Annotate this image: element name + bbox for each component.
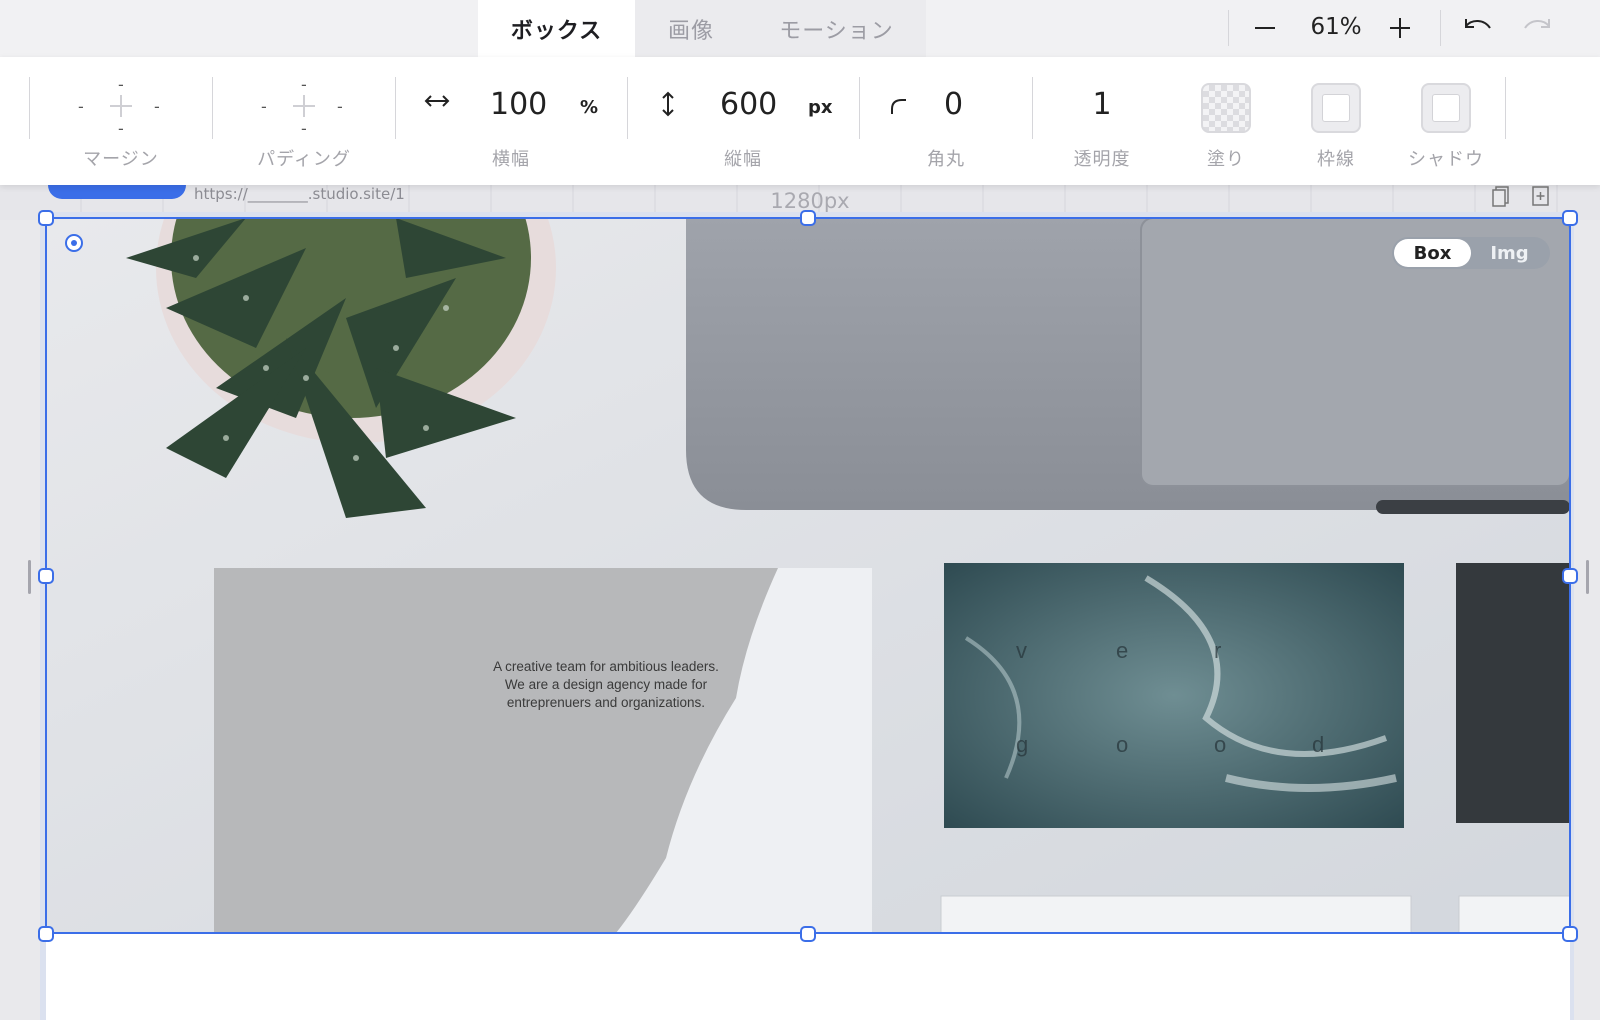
opacity-input[interactable]: 1 [1033,87,1171,122]
height-input[interactable]: 600 [720,87,777,122]
border-group[interactable]: 枠線 [1281,57,1391,185]
undo-button[interactable] [1458,8,1498,48]
zoom-out-button[interactable] [1245,8,1285,48]
opacity-group[interactable]: 1 透明度 [1033,57,1171,185]
zoom-level: 61% [1310,14,1362,40]
corner-radius-icon [891,99,906,114]
margin-group[interactable]: - - - - マージン [30,57,212,185]
resize-handle-top[interactable] [800,210,816,226]
minus-icon [1255,27,1275,29]
margin-top[interactable]: - [118,77,124,93]
margin-label: マージン [83,149,159,170]
resize-handle-right[interactable] [1562,568,1578,584]
resize-handle-bottom[interactable] [800,926,816,942]
margin-control[interactable]: - - - - [78,75,164,137]
design-canvas[interactable]: https://________.studio.site/1 1280px A … [0,173,1600,1020]
shadow-group[interactable]: シャドウ [1391,57,1501,185]
padding-control[interactable]: - - - - [261,75,347,137]
card-tagline-line: We are a design agency made for [504,677,708,692]
page-url[interactable]: https://________.studio.site/1 [194,185,405,203]
opacity-label: 透明度 [1073,149,1131,170]
margin-left[interactable]: - [78,99,84,115]
ocean-letter: g [1016,732,1029,757]
card-tagline: A creative team for ambitious leaders. W… [456,658,756,712]
page-section-below[interactable] [46,933,1570,1020]
property-toolbar: - - - - マージン - - - - パディング 100 % 横幅 600 … [0,57,1600,185]
width-unit-select[interactable]: % [580,97,598,118]
redo-icon [1524,19,1550,29]
radius-label: 角丸 [927,149,965,170]
plus-icon [1390,18,1410,38]
inspector-tabs: ボックス 画像 モーション [478,0,926,57]
divider [1505,77,1506,139]
padding-left[interactable]: - [261,99,267,115]
selected-image-box[interactable]: A creative team for ambitious leaders. W… [46,218,1570,933]
radius-group[interactable]: 0 角丸 [860,57,1032,185]
shadow-label: シャドウ [1408,149,1484,170]
radius-input[interactable]: 0 [944,87,963,122]
vertical-arrow-icon [662,91,674,117]
margin-right[interactable]: - [154,99,160,115]
resize-handle-bottom-left[interactable] [38,926,54,942]
resize-edge-right[interactable] [1586,560,1589,594]
toggle-img[interactable]: Img [1471,239,1548,267]
resize-handle-left[interactable] [38,568,54,584]
height-group[interactable]: 600 px 縦幅 [628,57,858,185]
background-photo [46,218,1570,933]
zoom-in-button[interactable] [1380,8,1420,48]
ocean-letter: d [1312,732,1325,757]
crosshair-icon [110,95,132,117]
height-label: 縦幅 [724,149,762,170]
fill-label: 塗り [1207,149,1245,170]
box-img-toggle[interactable]: Box Img [1392,237,1550,269]
resize-handle-bottom-right[interactable] [1562,926,1578,942]
card-tagline-line: entreprenuers and organizations. [506,695,706,710]
ocean-letter: e [1116,638,1129,663]
ocean-letter: r [1214,638,1222,663]
margin-bottom[interactable]: - [118,121,124,137]
tab-motion[interactable]: モーション [747,0,926,57]
padding-top[interactable]: - [301,77,307,93]
padding-right[interactable]: - [337,99,343,115]
page-duplicate-icon[interactable] [1490,185,1512,207]
tab-box[interactable]: ボックス [478,0,635,57]
height-unit-select[interactable]: px [808,97,833,118]
fill-swatch[interactable] [1201,83,1251,133]
divider [1440,10,1441,46]
width-input[interactable]: 100 [490,87,547,122]
width-label: 横幅 [492,149,530,170]
ocean-letter: o [1116,732,1129,757]
padding-group[interactable]: - - - - パディング [213,57,395,185]
fill-group[interactable]: 塗り [1171,57,1281,185]
shadow-swatch[interactable] [1421,83,1471,133]
border-swatch[interactable] [1311,83,1361,133]
resize-handle-top-right[interactable] [1562,210,1578,226]
padding-label: パディング [257,149,351,170]
toggle-box[interactable]: Box [1394,239,1471,267]
tab-image[interactable]: 画像 [635,0,747,57]
padding-bottom[interactable]: - [301,121,307,137]
page-add-icon[interactable] [1530,185,1552,207]
resize-edge-left[interactable] [28,560,31,594]
redo-button[interactable] [1517,8,1557,48]
undo-icon [1465,19,1491,29]
divider [1228,10,1229,46]
position-anchor[interactable] [65,234,83,252]
horizontal-arrow-icon [424,95,450,107]
top-bar: ボックス 画像 モーション 61% [0,0,1600,57]
card-tagline-line: A creative team for ambitious leaders. [493,659,719,674]
border-label: 枠線 [1317,149,1355,170]
width-group[interactable]: 100 % 横幅 [396,57,626,185]
ocean-letter: o [1214,732,1227,757]
resize-handle-top-left[interactable] [38,210,54,226]
ocean-letter: v [1016,638,1027,663]
crosshair-icon [293,95,315,117]
